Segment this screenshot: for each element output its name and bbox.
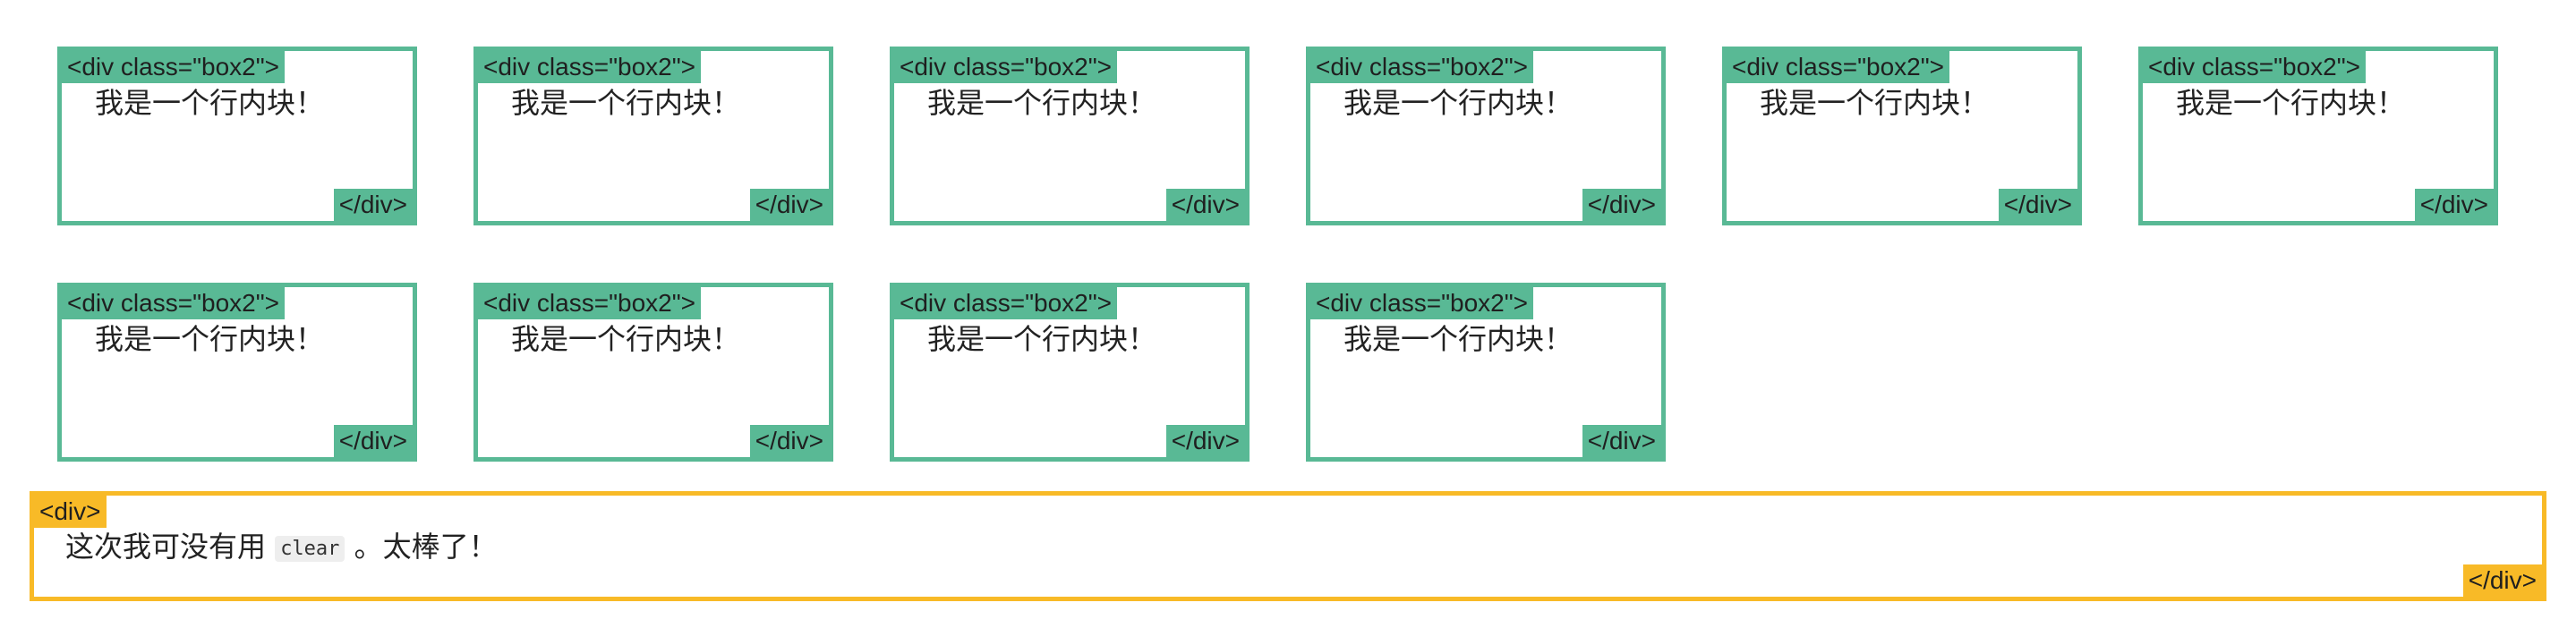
inline-block-box: <div class="box2"> 我是一个行内块！ </div>	[890, 283, 1250, 462]
close-tag-label: </div>	[749, 189, 829, 221]
outer-close-tag-label: </div>	[2462, 564, 2542, 597]
inline-block-box: <div class="box2"> 我是一个行内块！ </div>	[473, 283, 833, 462]
inline-block-box: <div class="box2"> 我是一个行内块！ </div>	[2138, 47, 2498, 225]
box-text: 我是一个行内块！	[95, 86, 325, 120]
box-text: 我是一个行内块！	[927, 86, 1157, 120]
close-tag-label: </div>	[1998, 189, 2077, 221]
box-text: 我是一个行内块！	[1760, 86, 1990, 120]
inline-code: clear	[275, 536, 345, 562]
open-tag-label: <div class="box2">	[478, 51, 702, 83]
outer-text: 这次我可没有用 clear 。太棒了！	[65, 529, 498, 567]
box-text: 我是一个行内块！	[511, 86, 741, 120]
open-tag-label: <div class="box2">	[478, 287, 702, 319]
close-tag-label: </div>	[333, 425, 413, 457]
outer-container: <div> 这次我可没有用 clear 。太棒了！ </div>	[30, 491, 2546, 601]
open-tag-label: <div class="box2">	[62, 287, 286, 319]
box-text: 我是一个行内块！	[2176, 86, 2406, 120]
inline-block-box: <div class="box2"> 我是一个行内块！ </div>	[57, 47, 417, 225]
box-text: 我是一个行内块！	[1343, 86, 1574, 120]
close-tag-label: </div>	[1582, 189, 1661, 221]
inline-block-box: <div class="box2"> 我是一个行内块！ </div>	[1306, 47, 1666, 225]
close-tag-label: </div>	[1582, 425, 1661, 457]
close-tag-label: </div>	[1165, 425, 1245, 457]
outer-open-tag-label: <div>	[34, 496, 107, 528]
box-text: 我是一个行内块！	[1343, 322, 1574, 356]
inline-block-box: <div class="box2"> 我是一个行内块！ </div>	[473, 47, 833, 225]
outer-text-after: 。太棒了！	[354, 530, 498, 564]
inline-block-box: <div class="box2"> 我是一个行内块！ </div>	[1306, 283, 1666, 462]
outer-text-before: 这次我可没有用	[65, 530, 267, 564]
close-tag-label: </div>	[1165, 189, 1245, 221]
close-tag-label: </div>	[2414, 189, 2494, 221]
open-tag-label: <div class="box2">	[894, 51, 1118, 83]
open-tag-label: <div class="box2">	[894, 287, 1118, 319]
box-text: 我是一个行内块！	[95, 322, 325, 356]
inline-block-box: <div class="box2"> 我是一个行内块！ </div>	[57, 283, 417, 462]
page-canvas: <div class="box2"> 我是一个行内块！ </div> <div …	[0, 0, 2576, 628]
box-text: 我是一个行内块！	[927, 322, 1157, 356]
close-tag-label: </div>	[749, 425, 829, 457]
open-tag-label: <div class="box2">	[1727, 51, 1950, 83]
box-text: 我是一个行内块！	[511, 322, 741, 356]
open-tag-label: <div class="box2">	[62, 51, 286, 83]
open-tag-label: <div class="box2">	[1310, 287, 1534, 319]
close-tag-label: </div>	[333, 189, 413, 221]
open-tag-label: <div class="box2">	[1310, 51, 1534, 83]
inline-block-box: <div class="box2"> 我是一个行内块！ </div>	[890, 47, 1250, 225]
open-tag-label: <div class="box2">	[2143, 51, 2367, 83]
inline-block-box: <div class="box2"> 我是一个行内块！ </div>	[1722, 47, 2082, 225]
